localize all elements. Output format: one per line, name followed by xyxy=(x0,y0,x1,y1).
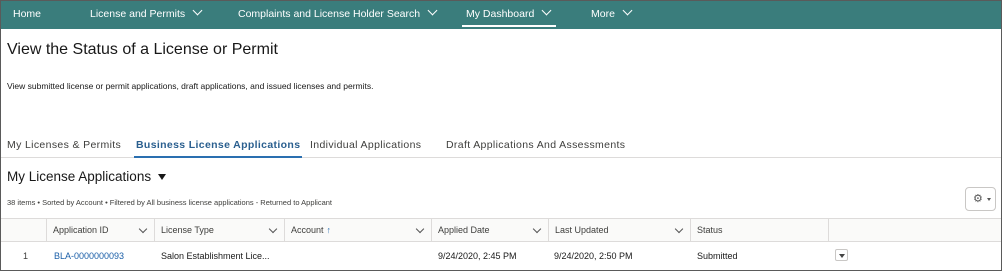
list-view-title: My License Applications xyxy=(7,169,152,184)
chevron-down-icon[interactable] xyxy=(532,224,542,234)
column-header-account[interactable]: Account ↑ xyxy=(285,219,432,242)
status-cell: Submitted xyxy=(697,251,738,261)
column-header-label: Status xyxy=(697,225,723,235)
nav-my-dashboard[interactable]: My Dashboard xyxy=(461,1,557,29)
header-row-number xyxy=(1,219,47,242)
top-nav-bar: Home License and Permits Complaints and … xyxy=(1,1,1001,29)
nav-license-and-permits[interactable]: License and Permits xyxy=(90,1,203,29)
row-number: 1 xyxy=(23,251,29,261)
chevron-down-icon[interactable] xyxy=(138,224,148,234)
chevron-down-icon[interactable] xyxy=(674,224,684,234)
last-updated-cell: 9/24/2020, 2:50 PM xyxy=(554,251,633,261)
column-header-label: Account xyxy=(291,225,324,235)
caret-down-icon xyxy=(838,253,845,258)
nav-more-label: More xyxy=(591,8,615,20)
nav-license-and-permits-label: License and Permits xyxy=(90,8,186,20)
chevron-down-icon xyxy=(192,5,203,16)
sort-up-arrow-icon: ↑ xyxy=(326,225,332,235)
column-header-application-id[interactable]: Application ID xyxy=(47,219,155,242)
nav-home-label: Home xyxy=(13,8,42,20)
chevron-down-icon xyxy=(427,5,438,16)
page-description: View submitted license or permit applica… xyxy=(7,81,374,91)
column-header-status[interactable]: Status xyxy=(691,219,829,242)
tab-bar: My Licenses & Permits Business License A… xyxy=(1,132,1001,158)
applied-date-cell: 9/24/2020, 2:45 PM xyxy=(438,251,517,261)
nav-home[interactable]: Home xyxy=(13,1,41,29)
column-header-applied-date[interactable]: Applied Date xyxy=(432,219,549,242)
license-type-cell: Salon Establishment Lice... xyxy=(161,251,270,261)
page-frame: Home License and Permits Complaints and … xyxy=(0,0,1002,271)
column-header-label: Applied Date xyxy=(438,225,490,235)
application-id-link[interactable]: BLA-0000000093 xyxy=(54,242,124,270)
tab-my-licenses-permits[interactable]: My Licenses & Permits xyxy=(7,139,121,151)
column-header-label: Last Updated xyxy=(555,225,609,235)
tab-individual-applications[interactable]: Individual Applications xyxy=(310,139,421,151)
nav-more[interactable]: More xyxy=(591,1,633,29)
chevron-down-icon xyxy=(622,5,633,16)
tab-draft-applications-assessments[interactable]: Draft Applications And Assessments xyxy=(446,139,625,151)
page-title: View the Status of a License or Permit xyxy=(7,41,278,58)
tab-business-license-applications[interactable]: Business License Applications xyxy=(133,139,303,158)
list-view-selector[interactable]: My License Applications xyxy=(7,169,167,184)
chevron-down-icon[interactable] xyxy=(415,224,425,234)
chevron-down-icon[interactable] xyxy=(268,224,278,234)
table-row: 1 BLA-0000000093 Salon Establishment Lic… xyxy=(1,242,1001,270)
nav-complaints-search-label: Complaints and License Holder Search xyxy=(238,8,421,20)
column-header-last-updated[interactable]: Last Updated xyxy=(549,219,691,242)
list-view-settings-button[interactable]: ⚙ xyxy=(965,187,996,211)
row-actions-button[interactable] xyxy=(835,249,848,261)
column-header-label: Application ID xyxy=(53,225,109,235)
nav-my-dashboard-label: My Dashboard xyxy=(466,8,535,20)
nav-complaints-search[interactable]: Complaints and License Holder Search xyxy=(238,1,438,29)
caret-down-icon xyxy=(158,174,167,180)
column-header-license-type[interactable]: License Type xyxy=(155,219,285,242)
list-view-meta: 38 items • Sorted by Account • Filtered … xyxy=(7,198,333,207)
caret-down-icon xyxy=(987,198,991,201)
chevron-down-icon xyxy=(541,5,552,16)
table-header: Application ID License Type Account ↑ App… xyxy=(1,218,1001,242)
gear-icon: ⚙ xyxy=(973,193,983,205)
column-header-label: License Type xyxy=(161,225,214,235)
